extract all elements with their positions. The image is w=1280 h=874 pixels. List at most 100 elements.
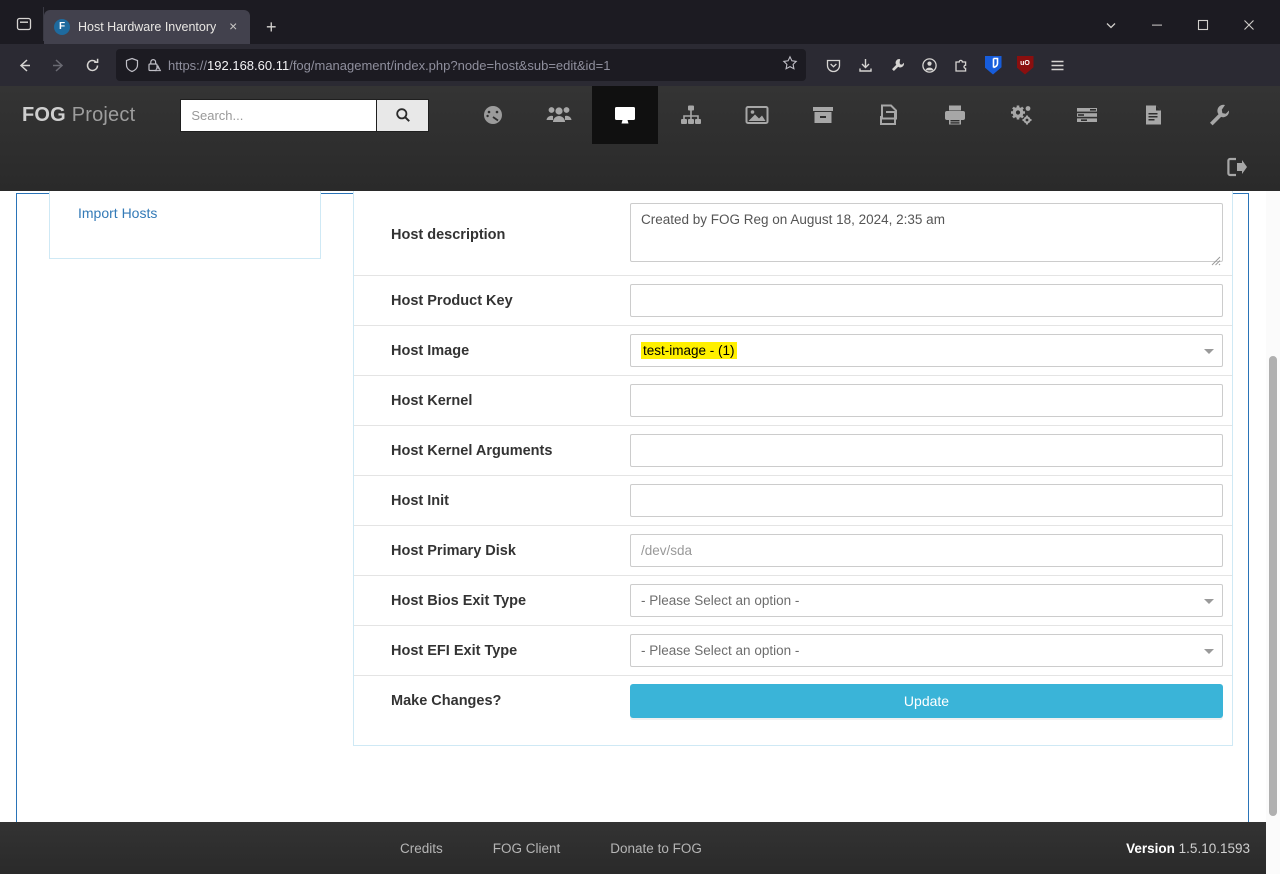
footer-link-donate-to-fog[interactable]: Donate to FOG	[610, 841, 702, 856]
tab-close-icon[interactable]: ×	[224, 18, 242, 36]
host-bios-exit-type-value: - Please Select an option -	[641, 593, 800, 608]
url-bar[interactable]: https://192.168.60.11/fog/management/ind…	[116, 49, 806, 81]
nav-item-groups[interactable]	[658, 86, 724, 144]
nav-item-tasks[interactable]	[1054, 86, 1120, 144]
extensions-puzzle-icon[interactable]	[946, 50, 976, 80]
firefox-view-icon	[16, 17, 31, 31]
search-input[interactable]	[180, 98, 377, 132]
host-kernel-input[interactable]	[630, 384, 1223, 417]
browser-navbar: https://192.168.60.11/fog/management/ind…	[0, 44, 1280, 86]
label-host-primary-disk: Host Primary Disk	[391, 542, 516, 559]
url-text[interactable]: https://192.168.60.11/fog/management/ind…	[168, 58, 776, 73]
form-row-host-kernel-arguments: Host Kernel Arguments	[354, 426, 1232, 476]
host-kernel-arguments-input[interactable]	[630, 434, 1223, 467]
label-host-kernel-arguments: Host Kernel Arguments	[391, 442, 553, 459]
nav-item-printers[interactable]	[922, 86, 988, 144]
version-label: Version	[1126, 840, 1175, 856]
ublock-origin-extension-icon[interactable]: uO	[1010, 50, 1040, 80]
close-window-button[interactable]	[1226, 9, 1272, 41]
nav-item-configuration[interactable]	[1186, 86, 1252, 144]
footer-links: Credits FOG Client Donate to FOG	[400, 841, 702, 856]
label-host-product-key: Host Product Key	[391, 292, 513, 309]
search-icon	[396, 108, 410, 122]
host-edit-form-panel: Host description Created by FOG Reg on A…	[353, 191, 1233, 746]
browser-titlebar: F Host Hardware Inventory × +	[0, 0, 1280, 44]
tab-title: Host Hardware Inventory	[78, 20, 217, 34]
fog-footer: Credits FOG Client Donate to FOG Version…	[0, 822, 1280, 874]
bookmark-star-icon[interactable]	[782, 55, 798, 76]
footer-link-credits[interactable]: Credits	[400, 841, 443, 856]
fog-header: FOG Project	[0, 86, 1280, 191]
maximize-button[interactable]	[1180, 9, 1226, 41]
forward-arrow-icon	[42, 49, 74, 81]
sitemap-icon	[681, 105, 701, 124]
minimize-button[interactable]	[1134, 9, 1180, 41]
wrench-icon	[1210, 104, 1230, 126]
sidebar-item-import-hosts[interactable]: Import Hosts	[50, 191, 320, 221]
host-image-selected-value: test-image - (1)	[641, 342, 737, 359]
new-tab-button[interactable]: +	[256, 12, 286, 42]
url-scheme: https://	[168, 57, 208, 73]
nav-item-images[interactable]	[724, 86, 790, 144]
nav-item-snapins[interactable]	[856, 86, 922, 144]
nav-item-users[interactable]	[526, 86, 592, 144]
host-init-input[interactable]	[630, 484, 1223, 517]
desktop-monitor-icon	[615, 107, 635, 124]
reload-icon[interactable]	[76, 49, 108, 81]
footer-version: Version 1.5.10.1593	[1126, 841, 1250, 856]
form-row-host-description: Host description Created by FOG Reg on A…	[354, 195, 1232, 276]
nav-item-dashboard[interactable]	[460, 86, 526, 144]
download-icon[interactable]	[850, 50, 880, 80]
update-button[interactable]: Update	[630, 684, 1223, 718]
nav-item-storage[interactable]	[790, 86, 856, 144]
chevron-down-icon	[1204, 598, 1214, 604]
host-bios-exit-type-select[interactable]: - Please Select an option -	[630, 584, 1223, 617]
nav-item-hosts[interactable]	[592, 86, 658, 144]
host-image-select[interactable]: test-image - (1)	[630, 334, 1223, 367]
clone-copy-icon	[880, 104, 897, 125]
form-row-host-product-key: Host Product Key	[354, 276, 1232, 326]
form-row-host-image: Host Image test-image - (1)	[354, 326, 1232, 376]
shield-tracking-icon[interactable]	[124, 57, 140, 73]
firefox-view-button[interactable]	[4, 7, 44, 41]
host-efi-exit-type-select[interactable]: - Please Select an option -	[630, 634, 1223, 667]
image-picture-icon	[745, 106, 769, 124]
lock-warning-icon[interactable]	[146, 57, 162, 73]
form-row-host-bios-exit-type: Host Bios Exit Type - Please Select an o…	[354, 576, 1232, 626]
nav-item-reports[interactable]	[1120, 86, 1186, 144]
logout-button[interactable]	[1224, 144, 1250, 189]
form-row-make-changes: Make Changes? Update	[354, 676, 1232, 726]
fog-brand[interactable]: FOG Project	[22, 104, 135, 127]
host-primary-disk-input[interactable]	[630, 534, 1223, 567]
label-host-description: Host description	[391, 227, 506, 243]
gears-icon	[1011, 105, 1032, 125]
host-product-key-input[interactable]	[630, 284, 1223, 317]
tab-list-chevron-down-icon[interactable]	[1088, 9, 1134, 41]
fog-page-body: Import Hosts Host description Created by…	[0, 191, 1280, 874]
label-make-changes: Make Changes?	[391, 693, 502, 709]
tab-favicon: F	[54, 19, 70, 35]
back-arrow-icon[interactable]	[8, 49, 40, 81]
search-button[interactable]	[376, 98, 430, 132]
version-value: 1.5.10.1593	[1178, 840, 1250, 856]
bitwarden-extension-icon[interactable]	[978, 50, 1008, 80]
form-row-host-kernel: Host Kernel	[354, 376, 1232, 426]
nav-item-services[interactable]	[988, 86, 1054, 144]
content-frame: Import Hosts Host description Created by…	[16, 191, 1249, 871]
browser-tab[interactable]: F Host Hardware Inventory ×	[44, 10, 251, 44]
host-description-textarea[interactable]: Created by FOG Reg on August 18, 2024, 2…	[630, 203, 1223, 262]
label-host-bios-exit-type: Host Bios Exit Type	[391, 592, 527, 609]
browser-window: F Host Hardware Inventory × + https://19…	[0, 0, 1280, 874]
logout-sign-out-icon	[1227, 157, 1247, 176]
page-scrollbar[interactable]	[1266, 191, 1280, 874]
label-host-image: Host Image	[391, 342, 470, 359]
fog-main-nav	[460, 86, 1252, 144]
account-icon[interactable]	[914, 50, 944, 80]
browser-toolbar-extensions: uO	[818, 50, 1072, 80]
page-scrollbar-thumb[interactable]	[1269, 356, 1277, 816]
wrench-icon[interactable]	[882, 50, 912, 80]
app-menu-icon[interactable]	[1042, 50, 1072, 80]
url-host: 192.168.60.11	[207, 57, 290, 73]
pocket-save-icon[interactable]	[818, 50, 848, 80]
footer-link-fog-client[interactable]: FOG Client	[493, 841, 561, 856]
